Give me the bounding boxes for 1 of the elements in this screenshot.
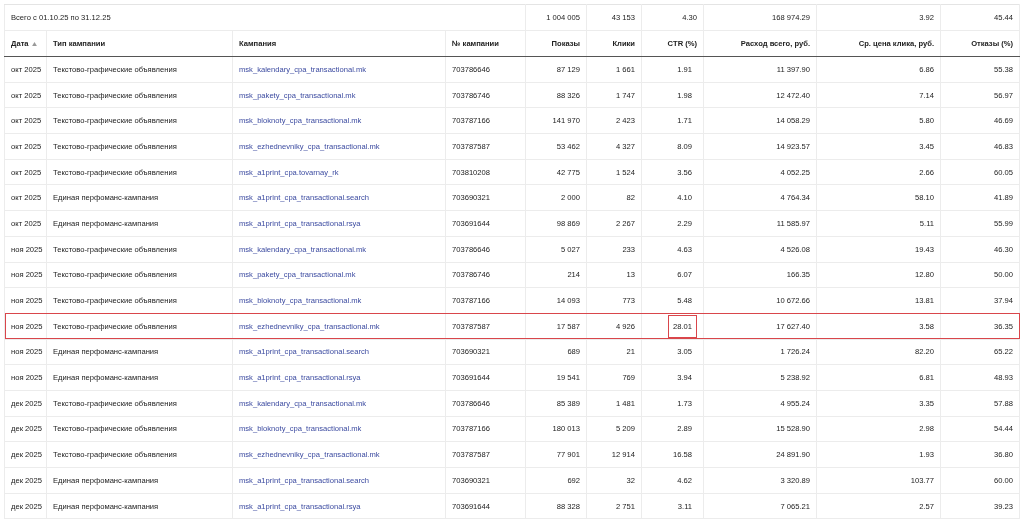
sort-ascending-icon[interactable] [31,41,37,46]
